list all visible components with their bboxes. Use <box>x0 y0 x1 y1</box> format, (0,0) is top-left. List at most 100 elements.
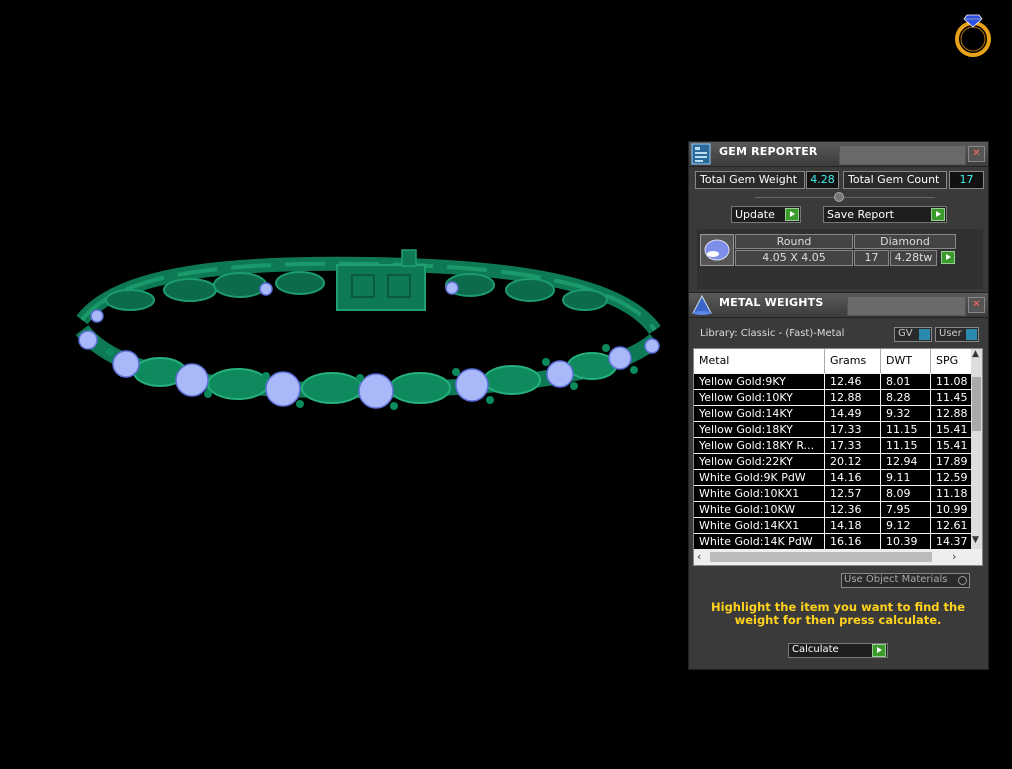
titlebar-spacer <box>847 296 966 316</box>
cell-metal: Yellow Gold:9KY <box>694 374 824 389</box>
gem-row-go-icon[interactable] <box>941 251 955 264</box>
user-toggle[interactable]: User <box>935 327 979 342</box>
update-button-label: Update <box>735 208 775 221</box>
gem-reporter-panel: GEM REPORTER ✕ Total Gem Weight 4.28 Tot… <box>688 141 989 293</box>
table-row[interactable]: Yellow Gold:14KY 14.49 9.32 12.88 <box>694 406 974 422</box>
titlebar-spacer <box>839 145 966 165</box>
cell-grams: 14.49 <box>825 406 880 421</box>
collapse-toggle-icon[interactable] <box>834 192 844 202</box>
metal-weights-close-button[interactable]: ✕ <box>968 297 985 313</box>
use-object-materials-toggle[interactable]: Use Object Materials <box>841 573 970 588</box>
bracelet-render <box>75 249 661 410</box>
gem-size-value: 4.05 X 4.05 <box>735 250 853 266</box>
cell-metal: Yellow Gold:14KY <box>694 406 824 421</box>
scroll-up-icon[interactable]: ▲ <box>972 349 979 359</box>
table-row[interactable]: White Gold:10KX1 12.57 8.09 11.18 <box>694 486 974 502</box>
gem-list: Round Diamond 4.05 X 4.05 17 4.28tw <box>697 229 983 289</box>
cell-dwt: 9.32 <box>881 406 930 421</box>
cell-spg: 12.59 <box>931 470 974 485</box>
cell-spg: 14.37 <box>931 534 974 549</box>
user-label: User <box>939 328 962 339</box>
gem-reporter-close-button[interactable]: ✕ <box>968 146 985 162</box>
table-row[interactable]: Yellow Gold:10KY 12.88 8.28 11.45 <box>694 390 974 406</box>
library-label: Library: Classic - (Fast)-Metal <box>700 328 845 339</box>
total-gem-weight-value: 4.28 <box>806 171 839 189</box>
calculate-button-label: Calculate <box>792 644 839 655</box>
cell-metal: Yellow Gold:18KY R... <box>694 438 824 453</box>
cell-spg: 15.41 <box>931 422 974 437</box>
cell-grams: 12.88 <box>825 390 880 405</box>
table-row[interactable]: White Gold:14K PdW 16.16 10.39 14.37 <box>694 534 974 550</box>
gem-reporter-title: GEM REPORTER <box>719 145 818 158</box>
cell-dwt: 9.12 <box>881 518 930 533</box>
gv-toggle[interactable]: GV <box>894 327 932 342</box>
cell-metal: Yellow Gold:22KY <box>694 454 824 469</box>
table-row[interactable]: White Gold:9K PdW 14.16 9.11 12.59 <box>694 470 974 486</box>
total-gem-weight-label: Total Gem Weight <box>695 171 805 189</box>
column-header-metal[interactable]: Metal <box>694 349 825 373</box>
total-gem-count-label: Total Gem Count <box>843 171 947 189</box>
cell-grams: 17.33 <box>825 422 880 437</box>
metal-cone-icon <box>691 294 712 316</box>
table-row[interactable]: Yellow Gold:22KY 20.12 12.94 17.89 <box>694 454 974 470</box>
cell-grams: 12.36 <box>825 502 880 517</box>
gv-toggle-indicator <box>919 329 930 340</box>
cell-grams: 17.33 <box>825 438 880 453</box>
scroll-left-icon[interactable]: ‹ <box>697 550 701 563</box>
cell-metal: Yellow Gold:10KY <box>694 390 824 405</box>
metal-weights-title: METAL WEIGHTS <box>719 296 824 309</box>
gem-report-icon <box>691 143 711 165</box>
column-header-dwt[interactable]: DWT <box>881 349 931 373</box>
cell-spg: 17.89 <box>931 454 974 469</box>
gem-material-label: Diamond <box>854 234 956 249</box>
table-row[interactable]: Yellow Gold:18KY 17.33 11.15 15.41 <box>694 422 974 438</box>
update-go-icon[interactable] <box>785 208 799 221</box>
cell-spg: 10.99 <box>931 502 974 517</box>
cell-grams: 12.57 <box>825 486 880 501</box>
metal-weights-titlebar[interactable]: METAL WEIGHTS ✕ <box>689 293 988 318</box>
cell-dwt: 8.01 <box>881 374 930 389</box>
cell-metal: White Gold:14K PdW <box>694 534 824 549</box>
radio-icon <box>958 576 967 585</box>
cell-spg: 11.45 <box>931 390 974 405</box>
table-row[interactable]: White Gold:10KW 12.36 7.95 10.99 <box>694 502 974 518</box>
metal-weights-table[interactable]: Metal Grams DWT SPG Yellow Gold:9KY 12.46… <box>693 348 983 566</box>
calculate-hint: Highlight the item you want to find the … <box>711 600 965 627</box>
save-report-button[interactable]: Save Report <box>823 206 947 223</box>
calculate-go-icon[interactable] <box>872 644 886 657</box>
round-gem-icon[interactable] <box>700 234 734 266</box>
table-row[interactable]: Yellow Gold:18KY R... 17.33 11.15 15.41 <box>694 438 974 454</box>
gem-weight-value: 4.28tw <box>890 250 937 266</box>
cell-metal: White Gold:14KX1 <box>694 518 824 533</box>
3d-viewport[interactable] <box>0 0 686 765</box>
cell-spg: 15.41 <box>931 438 974 453</box>
table-row[interactable]: White Gold:14KX1 14.18 9.12 12.61 <box>694 518 974 534</box>
cell-grams: 16.16 <box>825 534 880 549</box>
gv-label: GV <box>898 328 913 339</box>
horizontal-scroll-thumb[interactable] <box>710 552 932 562</box>
divider <box>755 197 935 198</box>
cell-grams: 14.16 <box>825 470 880 485</box>
vertical-scrollbar[interactable]: ▲ ▼ <box>971 349 982 549</box>
cell-dwt: 11.15 <box>881 422 930 437</box>
cell-spg: 12.88 <box>931 406 974 421</box>
gem-reporter-titlebar[interactable]: GEM REPORTER ✕ <box>689 142 988 167</box>
vertical-scroll-thumb[interactable] <box>972 377 981 431</box>
save-report-button-label: Save Report <box>827 208 894 221</box>
cell-spg: 11.18 <box>931 486 974 501</box>
ring-logo-icon[interactable] <box>953 6 995 58</box>
cell-metal: White Gold:9K PdW <box>694 470 824 485</box>
cell-metal: White Gold:10KX1 <box>694 486 824 501</box>
save-report-go-icon[interactable] <box>931 208 945 221</box>
cell-dwt: 11.15 <box>881 438 930 453</box>
cell-spg: 11.08 <box>931 374 974 389</box>
scroll-right-icon[interactable]: › <box>952 550 956 563</box>
column-header-grams[interactable]: Grams <box>825 349 881 373</box>
scroll-down-icon[interactable]: ▼ <box>972 535 979 545</box>
gem-count-value: 17 <box>854 250 889 266</box>
horizontal-scrollbar[interactable]: ‹ › <box>694 549 982 565</box>
table-row[interactable]: Yellow Gold:9KY 12.46 8.01 11.08 <box>694 374 974 390</box>
gem-shape-label: Round <box>735 234 853 249</box>
cell-dwt: 7.95 <box>881 502 930 517</box>
column-header-spg[interactable]: SPG <box>931 349 974 373</box>
